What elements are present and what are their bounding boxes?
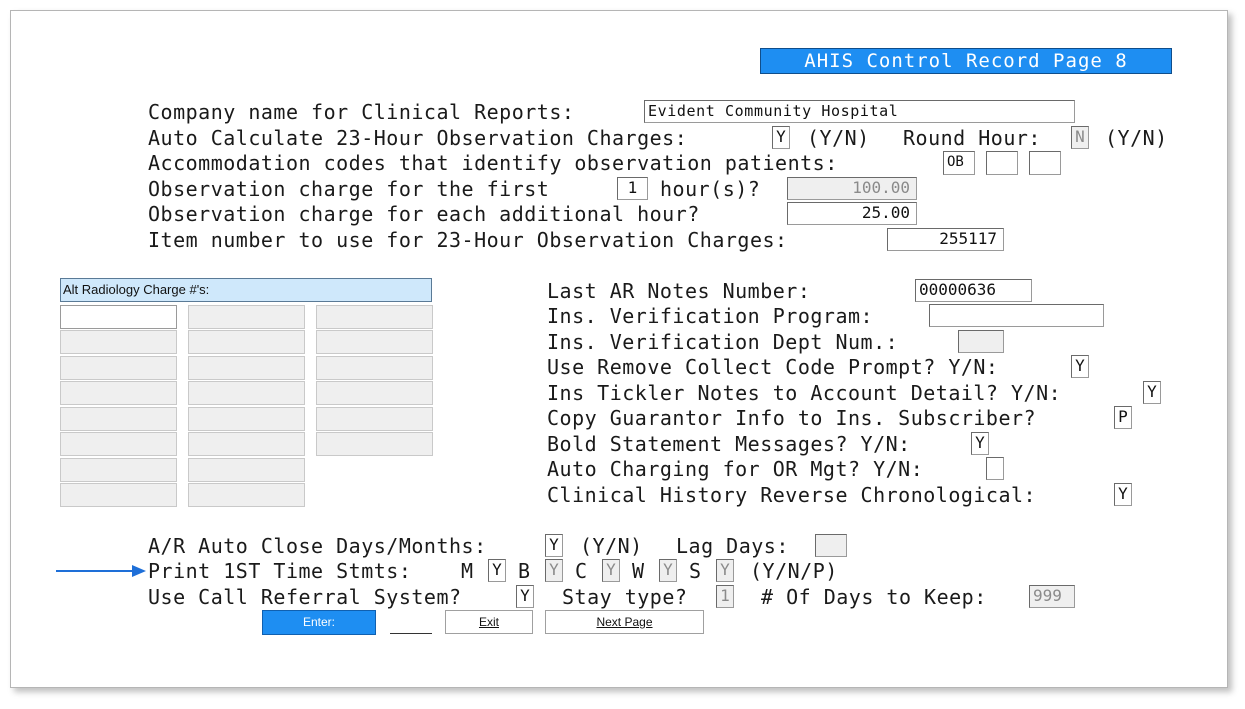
call-referral-label: Use Call Referral System? [148,585,462,609]
print-m-field[interactable]: Y [488,559,506,582]
accommodation-code-2[interactable] [986,151,1018,175]
auto-charging-field[interactable] [986,457,1004,480]
days-to-keep-label: # Of Days to Keep: [761,585,987,609]
first-hour-charge-field[interactable]: 100.00 [787,177,917,200]
radiology-charge-cell[interactable] [60,483,177,507]
bold-statement-field[interactable]: Y [971,432,989,455]
ins-verification-program-field[interactable] [929,304,1104,327]
print-s-label: S [689,559,702,583]
auto-charging-label: Auto Charging for OR Mgt? Y/N: [547,457,924,481]
last-ar-notes-label: Last AR Notes Number: [547,279,811,303]
ynp-hint: (Y/N/P) [750,559,838,583]
lag-days-label: Lag Days: [676,534,789,558]
print-c-field[interactable]: Y [602,559,620,582]
additional-hour-charge-label: Observation charge for each additional h… [148,202,700,226]
print-s-field[interactable]: Y [716,559,734,582]
company-name-field[interactable]: Evident Community Hospital [644,100,1075,123]
remove-collect-prompt-field[interactable]: Y [1071,355,1089,378]
radiology-charge-cell[interactable] [316,305,433,329]
page-title: AHIS Control Record Page 8 [760,48,1172,74]
next-page-button[interactable]: Next Page [545,610,704,634]
print-first-time-label: Print 1ST Time Stmts: [148,559,412,583]
first-hours-field[interactable]: 1 [617,177,648,200]
ar-auto-close-field[interactable]: Y [545,534,563,557]
exit-button[interactable]: Exit [445,610,533,634]
clinical-history-label: Clinical History Reverse Chronological: [547,483,1037,507]
ar-auto-close-label: A/R Auto Close Days/Months: [148,534,487,558]
radiology-charge-cell[interactable] [188,330,305,354]
item-number-field[interactable]: 255117 [887,228,1004,251]
radiology-charge-cell[interactable] [60,407,177,431]
round-hour-field[interactable]: N [1071,126,1089,149]
radiology-charge-cell[interactable] [60,305,177,329]
radiology-charge-cell[interactable] [60,330,177,354]
stay-type-field[interactable]: 1 [716,585,734,608]
stay-type-label: Stay type? [562,585,688,609]
hours-suffix-label: hour(s)? [660,177,761,201]
yn-hint: (Y/N) [1105,126,1168,150]
radiology-charge-cell[interactable] [316,330,433,354]
radiology-charge-cell[interactable] [188,407,305,431]
days-to-keep-field[interactable]: 999 [1029,585,1075,608]
radiology-charge-cell[interactable] [60,381,177,405]
radiology-charge-cell[interactable] [316,407,433,431]
radiology-charge-cell[interactable] [188,381,305,405]
first-hour-charge-label: Observation charge for the first [148,177,550,201]
radiology-charge-cell[interactable] [188,356,305,380]
clinical-history-field[interactable]: Y [1114,483,1132,506]
accommodation-code-3[interactable] [1029,151,1061,175]
print-w-field[interactable]: Y [659,559,677,582]
additional-hour-charge-field[interactable]: 25.00 [787,202,917,225]
remove-collect-prompt-label: Use Remove Collect Code Prompt? Y/N: [547,355,999,379]
round-hour-label: Round Hour: [903,126,1041,150]
arrow-right-icon [56,565,146,577]
enter-input-underline[interactable] [390,633,432,634]
radiology-charge-cell[interactable] [188,432,305,456]
ins-tickler-notes-field[interactable]: Y [1143,381,1161,404]
print-m-label: M [461,559,474,583]
company-name-label: Company name for Clinical Reports: [148,100,575,124]
radiology-charge-cell[interactable] [188,305,305,329]
ins-tickler-notes-label: Ins Tickler Notes to Account Detail? Y/N… [547,381,1062,405]
lag-days-field[interactable] [815,534,847,557]
radiology-charge-cell[interactable] [60,432,177,456]
radiology-charge-cell[interactable] [316,381,433,405]
call-referral-field[interactable]: Y [516,585,534,608]
yn-hint: (Y/N) [807,126,870,150]
copy-guarantor-label: Copy Guarantor Info to Ins. Subscriber? [547,406,1037,430]
radiology-charge-cell[interactable] [316,356,433,380]
print-c-label: C [575,559,588,583]
ins-verification-dept-field[interactable] [958,330,1004,353]
bold-statement-label: Bold Statement Messages? Y/N: [547,432,911,456]
enter-button[interactable]: Enter: [262,610,376,635]
print-w-label: W [632,559,645,583]
radiology-charge-cell[interactable] [60,356,177,380]
copy-guarantor-field[interactable]: P [1114,406,1132,429]
print-b-label: B [518,559,531,583]
last-ar-notes-field[interactable]: 00000636 [915,279,1032,302]
ins-verification-dept-label: Ins. Verification Dept Num.: [547,330,899,354]
auto-calculate-label: Auto Calculate 23-Hour Observation Charg… [148,126,688,150]
radiology-charge-cell[interactable] [316,432,433,456]
ins-verification-program-label: Ins. Verification Program: [547,304,874,328]
auto-calculate-field[interactable]: Y [772,126,790,149]
print-b-field[interactable]: Y [545,559,563,582]
accommodation-code-1[interactable]: OB [943,151,975,175]
radiology-charge-cell[interactable] [188,458,305,482]
radiology-charge-cell[interactable] [188,483,305,507]
radiology-charge-cell[interactable] [60,458,177,482]
yn-hint: (Y/N) [580,534,643,558]
alt-radiology-header: Alt Radiology Charge #'s: [60,278,432,302]
accommodation-codes-label: Accommodation codes that identify observ… [148,151,838,175]
item-number-label: Item number to use for 23-Hour Observati… [148,228,788,252]
